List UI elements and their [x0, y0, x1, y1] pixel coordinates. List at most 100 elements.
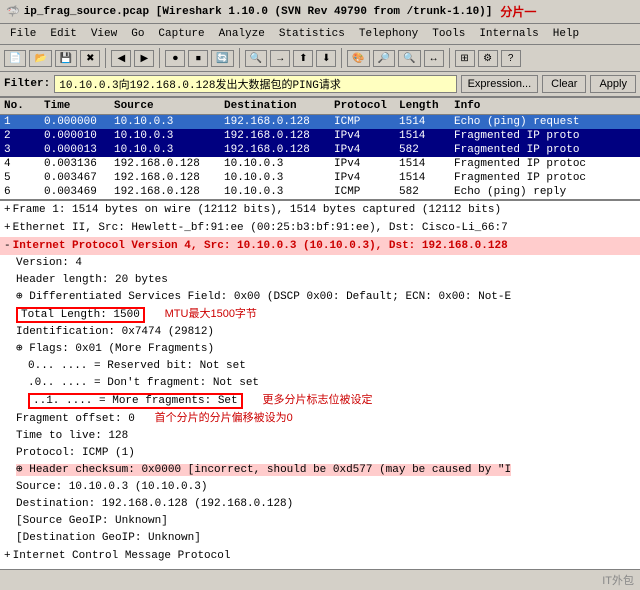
toolbar-next[interactable]: ⬇	[316, 50, 336, 67]
detail-line[interactable]: ⊕ Differentiated Services Field: 0x00 (D…	[0, 289, 640, 306]
table-row[interactable]: 3 0.000013 10.10.0.3 192.168.0.128 IPv4 …	[0, 143, 640, 157]
col-protocol: Protocol	[334, 100, 399, 112]
cell-dst: 10.10.0.3	[224, 172, 334, 184]
table-row[interactable]: 6 0.003469 192.168.0.128 10.10.0.3 ICMP …	[0, 185, 640, 199]
expand-icon: -	[4, 240, 11, 252]
cell-dst: 192.168.0.128	[224, 130, 334, 142]
menu-capture[interactable]: Capture	[152, 26, 210, 42]
icmp-text: Internet Control Message Protocol	[13, 550, 231, 562]
toolbar-forward[interactable]: ▶	[134, 50, 154, 67]
toolbar-close[interactable]: ✖	[80, 50, 100, 67]
ip-text: Internet Protocol Version 4, Src: 10.10.…	[13, 240, 508, 252]
cell-len: 1514	[399, 130, 454, 142]
toolbar-back[interactable]: ◀	[111, 50, 131, 67]
toolbar-resize[interactable]: ⊞	[455, 50, 475, 67]
more-fragments-line: ..1. .... = More fragments: Set 更多分片标志位被…	[0, 392, 640, 410]
cell-len: 1514	[399, 116, 454, 128]
menu-telephony[interactable]: Telephony	[353, 26, 424, 42]
toolbar: 📄 📂 💾 ✖ ◀ ▶ ⏺ ⏹ 🔄 🔍 → ⬆ ⬇ 🎨 🔎 🔍 ↔ ⊞ ⚙ ?	[0, 45, 640, 72]
table-row[interactable]: 2 0.000010 10.10.0.3 192.168.0.128 IPv4 …	[0, 129, 640, 143]
panels: No. Time Source Destination Protocol Len…	[0, 98, 640, 569]
status-bar: IT外包	[0, 569, 640, 590]
filter-input[interactable]	[54, 75, 456, 93]
col-destination: Destination	[224, 100, 334, 112]
toolbar-new[interactable]: 📄	[4, 50, 26, 67]
cell-src: 192.168.0.128	[114, 186, 224, 198]
separator-2	[159, 48, 160, 68]
cell-time: 0.003469	[44, 186, 114, 198]
ethernet-text: Ethernet II, Src: Hewlett-_bf:91:ee (00:…	[13, 222, 508, 234]
checksum-text: ⊕ Header checksum: 0x0000 [incorrect, sh…	[16, 464, 511, 476]
detail-line: Fragment offset: 0 首个分片的分片偏移被设为0	[0, 410, 640, 428]
cell-time: 0.000010	[44, 130, 114, 142]
table-row[interactable]: 1 0.000000 10.10.0.3 192.168.0.128 ICMP …	[0, 115, 640, 129]
toolbar-capture-start[interactable]: ⏺	[165, 50, 185, 67]
total-length-box: Total Length: 1500	[16, 307, 145, 323]
cell-proto: ICMP	[334, 186, 399, 198]
detail-line: Destination: 192.168.0.128 (192.168.0.12…	[0, 496, 640, 513]
detail-line: .0.. .... = Don't fragment: Not set	[0, 375, 640, 392]
cell-no: 4	[4, 158, 44, 170]
detail-line[interactable]: ⊕ Header checksum: 0x0000 [incorrect, sh…	[0, 462, 640, 479]
cell-info: Fragmented IP proto	[454, 130, 636, 142]
cell-no: 3	[4, 144, 44, 156]
toolbar-colorize[interactable]: 🎨	[347, 50, 369, 67]
cell-dst: 10.10.0.3	[224, 186, 334, 198]
toolbar-open[interactable]: 📂	[29, 50, 51, 67]
detail-line: Total Length: 1500 MTU最大1500字节	[0, 306, 640, 324]
cell-src: 10.10.0.3	[114, 130, 224, 142]
menu-help[interactable]: Help	[547, 26, 585, 42]
detail-frame[interactable]: +Frame 1: 1514 bytes on wire (12112 bits…	[0, 201, 640, 219]
menu-view[interactable]: View	[85, 26, 123, 42]
toolbar-save[interactable]: 💾	[55, 50, 77, 67]
separator-4	[341, 48, 342, 68]
menu-edit[interactable]: Edit	[44, 26, 82, 42]
detail-ethernet[interactable]: +Ethernet II, Src: Hewlett-_bf:91:ee (00…	[0, 219, 640, 237]
col-length: Length	[399, 100, 454, 112]
toolbar-zoom-reset[interactable]: ↔	[424, 50, 444, 67]
expand-icon: +	[4, 204, 11, 216]
cell-info: Fragmented IP protoc	[454, 158, 636, 170]
filter-label: Filter:	[4, 78, 50, 90]
cell-len: 1514	[399, 172, 454, 184]
menu-statistics[interactable]: Statistics	[273, 26, 351, 42]
toolbar-settings[interactable]: ⚙	[478, 50, 498, 67]
toolbar-capture-stop[interactable]: ⏹	[188, 50, 208, 67]
toolbar-capture-restart[interactable]: 🔄	[211, 50, 233, 67]
cell-proto: ICMP	[334, 116, 399, 128]
apply-button[interactable]: Apply	[590, 75, 636, 93]
table-row[interactable]: 4 0.003136 192.168.0.128 10.10.0.3 IPv4 …	[0, 157, 640, 171]
col-time: Time	[44, 100, 114, 112]
menu-go[interactable]: Go	[125, 26, 150, 42]
detail-line: Header length: 20 bytes	[0, 272, 640, 289]
cell-proto: IPv4	[334, 144, 399, 156]
menu-tools[interactable]: Tools	[426, 26, 471, 42]
clear-button[interactable]: Clear	[542, 75, 586, 93]
menu-internals[interactable]: Internals	[473, 26, 544, 42]
toolbar-zoom-in[interactable]: 🔎	[373, 50, 395, 67]
toolbar-filter-apply[interactable]: 🔍	[245, 50, 267, 67]
detail-ip[interactable]: -Internet Protocol Version 4, Src: 10.10…	[0, 237, 640, 255]
detail-line[interactable]: ⊕ Flags: 0x01 (More Fragments)	[0, 341, 640, 358]
expression-button[interactable]: Expression...	[461, 75, 539, 93]
cell-src: 10.10.0.3	[114, 116, 224, 128]
cell-time: 0.003136	[44, 158, 114, 170]
separator-1	[105, 48, 106, 68]
detail-panel[interactable]: +Frame 1: 1514 bytes on wire (12112 bits…	[0, 201, 640, 569]
menu-analyze[interactable]: Analyze	[213, 26, 271, 42]
detail-icmp[interactable]: +Internet Control Message Protocol	[0, 547, 640, 565]
window-title: ip_frag_source.pcap [Wireshark 1.10.0 (S…	[24, 6, 493, 18]
toolbar-goto[interactable]: →	[270, 50, 290, 67]
table-row[interactable]: 5 0.003467 192.168.0.128 10.10.0.3 IPv4 …	[0, 171, 640, 185]
cell-time: 0.000000	[44, 116, 114, 128]
frame-text: Frame 1: 1514 bytes on wire (12112 bits)…	[13, 204, 501, 216]
menu-file[interactable]: File	[4, 26, 42, 42]
toolbar-help[interactable]: ?	[501, 50, 521, 67]
separator-3	[239, 48, 240, 68]
cell-no: 2	[4, 130, 44, 142]
packet-list: No. Time Source Destination Protocol Len…	[0, 98, 640, 201]
toolbar-zoom-out[interactable]: 🔍	[398, 50, 420, 67]
cell-src: 192.168.0.128	[114, 158, 224, 170]
cell-info: Echo (ping) request	[454, 116, 636, 128]
toolbar-prev[interactable]: ⬆	[293, 50, 313, 67]
